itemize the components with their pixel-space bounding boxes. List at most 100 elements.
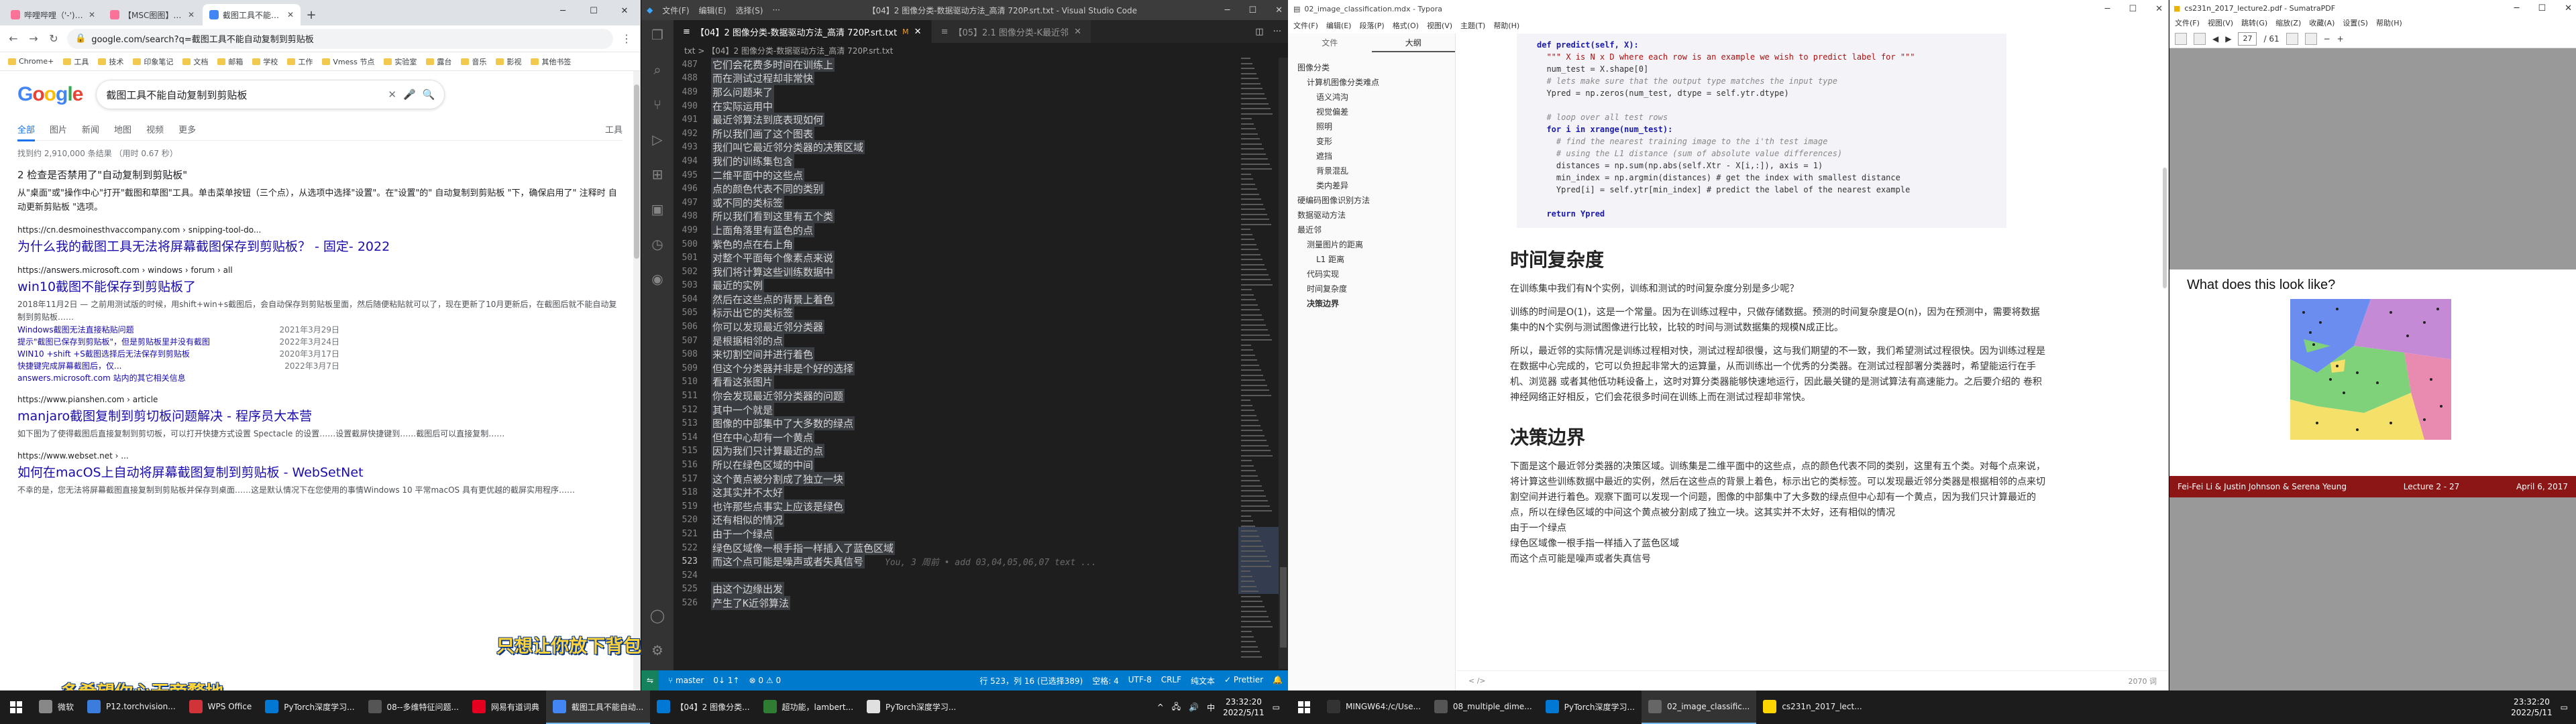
result-sublink[interactable]: WIN10 +shift +S截图选择后无法保存到剪贴板 [17, 348, 190, 360]
result-title-link[interactable]: 为什么我的截图工具无法将屏幕截图保存到剪贴板？ - 固定- 2022 [17, 237, 623, 255]
code-line[interactable]: 504 然后在这些点的背景上着色 [674, 292, 1279, 306]
zoom-out-icon[interactable]: − [2324, 34, 2330, 44]
code-line[interactable]: 488 而在测试过程却非常快 [674, 71, 1279, 86]
search-tab-5[interactable]: 更多 [178, 123, 196, 135]
bookmark-item[interactable]: 技术 [98, 56, 123, 67]
code-line[interactable]: 503 最近的实例 [674, 278, 1279, 293]
source-mode-toggle[interactable]: < /> [1468, 676, 1486, 685]
menu-more[interactable]: ··· [772, 5, 780, 15]
sidebar-tab[interactable]: 文件 [1288, 34, 1372, 52]
maximize-icon[interactable]: ☐ [1248, 5, 1256, 15]
remote-indicator-icon[interactable]: ⇋ [641, 670, 659, 690]
run-debug-icon[interactable]: ▷ [649, 131, 666, 149]
outline-item[interactable]: 图像分类 [1297, 60, 1446, 75]
forward-icon[interactable]: → [27, 32, 40, 45]
code-line[interactable]: 520 还有相似的情况 [674, 513, 1279, 528]
new-tab-button[interactable]: + [302, 4, 321, 25]
fit-page-icon[interactable] [2286, 32, 2298, 45]
bookmark-item[interactable]: 工具 [63, 56, 89, 67]
notifications-icon[interactable]: 🔔 [1273, 675, 1283, 686]
bookmark-item[interactable]: 影视 [496, 56, 521, 67]
taskbar-app[interactable]: 08_multiple_dime... [1428, 690, 1539, 724]
outline-item[interactable]: 硬编码图像识别方法 [1297, 193, 1446, 208]
menu-item[interactable]: 跳转(G) [2241, 17, 2267, 28]
timeline-icon[interactable]: ◷ [649, 236, 666, 253]
remote-explorer-icon[interactable]: ▣ [649, 201, 666, 219]
tray-up-icon[interactable]: ^ [1157, 703, 1164, 712]
source-control-icon[interactable]: ⑂ [649, 97, 666, 114]
editor-tab[interactable]: ≡ 【04】2 图像分类-数据驱动方法_高清 720P.srt.txt M ✕ [674, 20, 932, 43]
result-url[interactable]: https://www.webset.net › ... [17, 451, 623, 461]
menu-item[interactable]: 文件(F) [2175, 17, 2200, 28]
result-title-link[interactable]: 如何在macOS上自动将屏幕截图复制到剪贴板 - WebSetNet [17, 463, 623, 481]
menu-item[interactable]: 主题(T) [1460, 20, 1485, 31]
close-icon[interactable]: ✕ [2565, 3, 2572, 13]
taskbar-app[interactable]: 02_image_classific... [1641, 690, 1757, 724]
maximize-icon[interactable]: ☐ [578, 0, 609, 21]
breadcrumb[interactable]: txt > 【04】2 图像分类-数据驱动方法_高清 720P.srt.txt [674, 43, 1288, 58]
clock[interactable]: 23:32:20 2022/5/11 [2511, 697, 2553, 718]
outline-item[interactable]: 视觉偏差 [1297, 105, 1446, 119]
code-line[interactable]: 490 在实际运用中 [674, 99, 1279, 113]
code-line[interactable]: 498 所以我们看到这里有五个类 [674, 209, 1279, 224]
search-tab-0[interactable]: 全部 [17, 123, 36, 141]
print-icon[interactable] [2194, 32, 2206, 45]
next-page-icon[interactable]: ▶ [2225, 34, 2231, 44]
outline-item[interactable]: 类内差异 [1297, 178, 1446, 193]
code-line[interactable]: 497 或不同的类标签 [674, 195, 1279, 210]
menu-item[interactable]: 帮助(H) [2376, 17, 2402, 28]
ime-indicator[interactable]: 中 [1207, 702, 1215, 713]
outline-item[interactable]: 语义鸿沟 [1297, 90, 1446, 105]
code-line[interactable]: 519 也许那些点事实上应该是绿色 [674, 499, 1279, 514]
menu-edit[interactable]: 编辑(E) [699, 5, 727, 16]
code-line[interactable]: 491 最近邻算法到底表现如何 [674, 113, 1279, 127]
result-url[interactable]: https://cn.desmoinesthvaccompany.com › s… [17, 225, 623, 235]
editor-scrollbar[interactable] [1279, 58, 1288, 669]
code-line[interactable]: 489 那么问题来了 [674, 84, 1279, 99]
close-icon[interactable]: ✕ [609, 0, 640, 21]
split-editor-icon[interactable]: ◫ [1255, 27, 1263, 37]
search-icon[interactable]: 🔍 [423, 88, 435, 101]
taskbar-app[interactable]: WPS Office [182, 690, 259, 724]
code-line[interactable]: 493 我们叫它最近邻分类器的决策区域 [674, 140, 1279, 155]
bookmark-item[interactable]: Chrome+ [8, 57, 54, 66]
code-line[interactable]: 526 产生了K近邻算法 [674, 595, 1279, 610]
gitlens-icon[interactable]: ◉ [649, 271, 666, 288]
code-line[interactable]: 523 而这个点可能是噪声或者失真信号 You, 3 周前 • add 03,04,… [674, 554, 1279, 569]
code-line[interactable]: 505 标示出它的类标签 [674, 306, 1279, 320]
prev-page-icon[interactable]: ◀ [2212, 34, 2218, 44]
notification-center-icon[interactable]: ▭ [2561, 703, 2568, 712]
tab-close-icon[interactable]: ✕ [188, 10, 195, 19]
code-line[interactable]: 502 我们将计算这些训练数据中 [674, 264, 1279, 279]
problems-indicator[interactable]: ⊗ 0 ⚠ 0 [749, 676, 782, 685]
taskbar-app[interactable]: 网易有道词典 [466, 690, 546, 724]
clock[interactable]: 23:32:20 2022/5/11 [1223, 697, 1265, 718]
outline-item[interactable]: 遮挡 [1297, 149, 1446, 164]
explorer-icon[interactable]: ❐ [649, 27, 666, 44]
zoom-in-icon[interactable]: + [2337, 34, 2344, 44]
bookmark-item[interactable]: 音乐 [461, 56, 486, 67]
outline-item[interactable]: 决策边界 [1297, 296, 1446, 311]
git-sync[interactable]: 0↓ 1↑ [713, 676, 739, 685]
git-branch[interactable]: ⑂ master [668, 676, 704, 685]
outline-item[interactable]: 最近邻 [1297, 223, 1446, 237]
sidebar-tab[interactable]: 大纲 [1371, 34, 1455, 52]
menu-item[interactable]: 视图(V) [1427, 20, 1452, 31]
code-line[interactable]: 511 你会发现最近邻分类器的问题 [674, 389, 1279, 404]
result-more-link[interactable]: answers.microsoft.com 站内的其它相关信息 [17, 372, 339, 384]
mic-icon[interactable]: 🎤 [403, 88, 416, 101]
result-url[interactable]: https://answers.microsoft.com › windows … [17, 265, 623, 275]
code-line[interactable]: 514 但在中心却有一个黄点 [674, 430, 1279, 444]
search-tab-3[interactable]: 地图 [114, 123, 131, 135]
menu-selection[interactable]: 选择(S) [735, 5, 763, 16]
code-line[interactable]: 524 [674, 568, 1279, 583]
indentation[interactable]: 空格: 4 [1092, 675, 1119, 686]
fit-width-icon[interactable] [2304, 32, 2317, 45]
search-box[interactable]: 截图工具不能自动复制到剪贴板 ✕ 🎤 🔍 [96, 80, 445, 109]
bookmark-item[interactable]: 学校 [252, 56, 278, 67]
outline-item[interactable]: 背景混乱 [1297, 164, 1446, 178]
browser-tab[interactable]: 哔哩哔哩（'-')つロ 干杯~-- bilibili ✕ [4, 4, 102, 25]
result-title-link[interactable]: win10截图不能保存到剪贴板了 [17, 277, 623, 295]
line-ending[interactable]: CRLF [1161, 675, 1181, 686]
outline-item[interactable]: 数据驱动方法 [1297, 208, 1446, 223]
